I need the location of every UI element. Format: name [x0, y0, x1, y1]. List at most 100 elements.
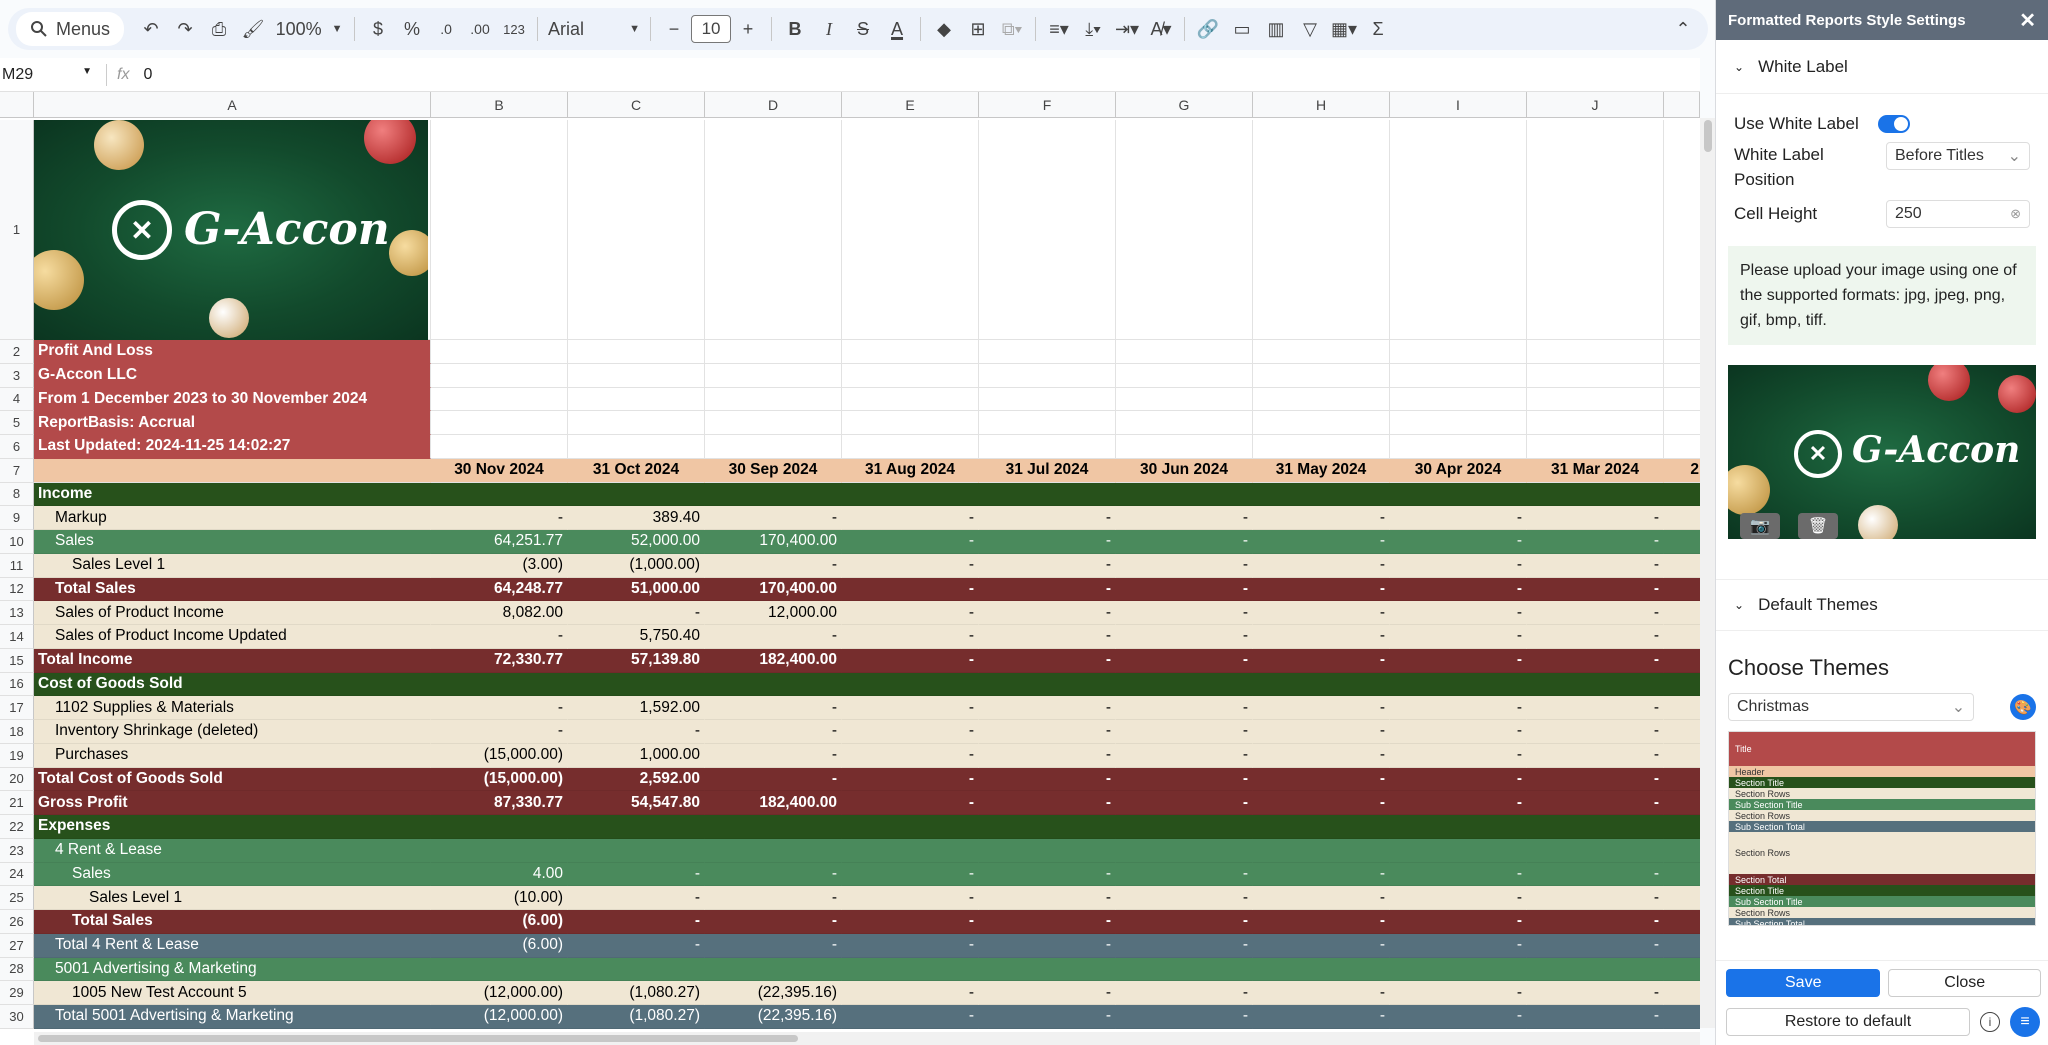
cell[interactable]	[568, 120, 705, 340]
row-header[interactable]: 18	[0, 720, 34, 744]
header-cell[interactable]: 31 Aug 2024	[842, 458, 979, 483]
cell[interactable]	[979, 363, 1116, 388]
cell[interactable]	[1664, 886, 1700, 910]
amount-cell[interactable]: -	[979, 767, 1116, 792]
column-header[interactable]: I	[1390, 92, 1527, 118]
amount-cell[interactable]: -	[842, 506, 979, 530]
amount-cell[interactable]	[431, 672, 568, 697]
amount-cell[interactable]: -	[1527, 933, 1664, 958]
font-size-input[interactable]: 10	[691, 15, 732, 43]
cell[interactable]	[431, 435, 568, 459]
amount-cell[interactable]: (10.00)	[431, 886, 568, 910]
menu-icon[interactable]: ≡	[2010, 1007, 2040, 1037]
header-cell[interactable]: 31 Oct 2024	[568, 458, 705, 483]
vertical-scrollbar-thumb[interactable]	[1704, 120, 1712, 152]
cell[interactable]	[1664, 910, 1700, 934]
paint-format-icon[interactable]: 🖌	[236, 12, 270, 46]
row-header[interactable]: 11	[0, 553, 34, 578]
amount-cell[interactable]: -	[1116, 767, 1253, 792]
amount-cell[interactable]: -	[1253, 910, 1390, 934]
cell[interactable]	[1664, 672, 1700, 697]
amount-cell[interactable]: (1,080.27)	[568, 981, 705, 1005]
cell[interactable]	[1390, 120, 1527, 340]
cell[interactable]	[1116, 363, 1253, 388]
row-header[interactable]: 27	[0, 933, 34, 958]
amount-cell[interactable]: -	[568, 933, 705, 958]
percent-button[interactable]: %	[395, 12, 429, 46]
amount-cell[interactable]: (12,000.00)	[431, 981, 568, 1005]
amount-cell[interactable]: -	[1390, 767, 1527, 792]
cell[interactable]	[1664, 957, 1700, 982]
cell[interactable]	[568, 387, 705, 412]
amount-cell[interactable]: -	[705, 720, 842, 744]
amount-cell[interactable]: -	[1116, 720, 1253, 744]
account-name-cell[interactable]: Total Income	[34, 648, 431, 673]
row-header[interactable]: 30	[0, 1005, 34, 1029]
amount-cell[interactable]	[1390, 957, 1527, 982]
select-all-corner[interactable]	[0, 92, 34, 118]
amount-cell[interactable]: -	[1253, 506, 1390, 530]
amount-cell[interactable]	[1253, 672, 1390, 697]
row-header[interactable]: 26	[0, 910, 34, 934]
amount-cell[interactable]: 170,400.00	[705, 577, 842, 602]
amount-cell[interactable]: -	[705, 743, 842, 768]
amount-cell[interactable]: -	[1527, 886, 1664, 910]
account-name-cell[interactable]: Sales Level 1	[34, 553, 431, 578]
align-vertical-icon[interactable]: ⤓▾	[1076, 12, 1110, 46]
cell[interactable]	[1664, 435, 1700, 459]
amount-cell[interactable]: -	[979, 625, 1116, 649]
column-header[interactable]: F	[979, 92, 1116, 118]
account-name-cell[interactable]: Total 4 Rent & Lease	[34, 933, 431, 958]
amount-cell[interactable]: -	[1116, 696, 1253, 720]
amount-cell[interactable]: -	[705, 886, 842, 910]
cell[interactable]	[568, 411, 705, 435]
amount-cell[interactable]: -	[1527, 530, 1664, 554]
amount-cell[interactable]: -	[1116, 910, 1253, 934]
amount-cell[interactable]: -	[842, 767, 979, 792]
cell[interactable]	[979, 435, 1116, 459]
cell[interactable]	[1390, 363, 1527, 388]
header-cell[interactable]: 30 Nov 2024	[431, 458, 568, 483]
amount-cell[interactable]	[705, 672, 842, 697]
row-header[interactable]: 2	[0, 340, 34, 364]
account-name-cell[interactable]: Expenses	[34, 815, 431, 839]
amount-cell[interactable]: 1,592.00	[568, 696, 705, 720]
amount-cell[interactable]: -	[431, 506, 568, 530]
amount-cell[interactable]: -	[1390, 862, 1527, 887]
amount-cell[interactable]: -	[1116, 648, 1253, 673]
font-family-select[interactable]: Arial ▼	[544, 12, 644, 46]
cell[interactable]	[1664, 815, 1700, 839]
amount-cell[interactable]: -	[1253, 886, 1390, 910]
amount-cell[interactable]: 4.00	[431, 862, 568, 887]
account-name-cell[interactable]: 5001 Advertising & Marketing	[34, 957, 431, 982]
amount-cell[interactable]: 170,400.00	[705, 530, 842, 554]
amount-cell[interactable]	[1527, 957, 1664, 982]
zoom-select[interactable]: 100% ▼	[270, 12, 348, 46]
decrease-decimal-button[interactable]: .0	[429, 12, 463, 46]
row-header[interactable]: 12	[0, 577, 34, 602]
amount-cell[interactable]	[1253, 838, 1390, 863]
amount-cell[interactable]: -	[568, 720, 705, 744]
row-header[interactable]: 16	[0, 672, 34, 697]
amount-cell[interactable]: -	[979, 933, 1116, 958]
amount-cell[interactable]: (3.00)	[431, 553, 568, 578]
amount-cell[interactable]	[431, 815, 568, 839]
row-header[interactable]: 3	[0, 363, 34, 388]
amount-cell[interactable]: -	[1527, 767, 1664, 792]
cell[interactable]	[1664, 767, 1700, 792]
amount-cell[interactable]	[1253, 482, 1390, 507]
amount-cell[interactable]: -	[1527, 862, 1664, 887]
amount-cell[interactable]	[842, 957, 979, 982]
amount-cell[interactable]: -	[842, 553, 979, 578]
amount-cell[interactable]: -	[979, 791, 1116, 815]
amount-cell[interactable]	[979, 482, 1116, 507]
amount-cell[interactable]: -	[842, 1005, 979, 1029]
restore-default-button[interactable]: Restore to default	[1726, 1008, 1970, 1036]
cell[interactable]	[979, 120, 1116, 340]
increase-decimal-button[interactable]: .00	[463, 12, 497, 46]
amount-cell[interactable]	[1116, 815, 1253, 839]
account-name-cell[interactable]: 4 Rent & Lease	[34, 838, 431, 863]
amount-cell[interactable]: -	[1253, 1005, 1390, 1029]
amount-cell[interactable]: -	[1390, 625, 1527, 649]
amount-cell[interactable]	[431, 482, 568, 507]
